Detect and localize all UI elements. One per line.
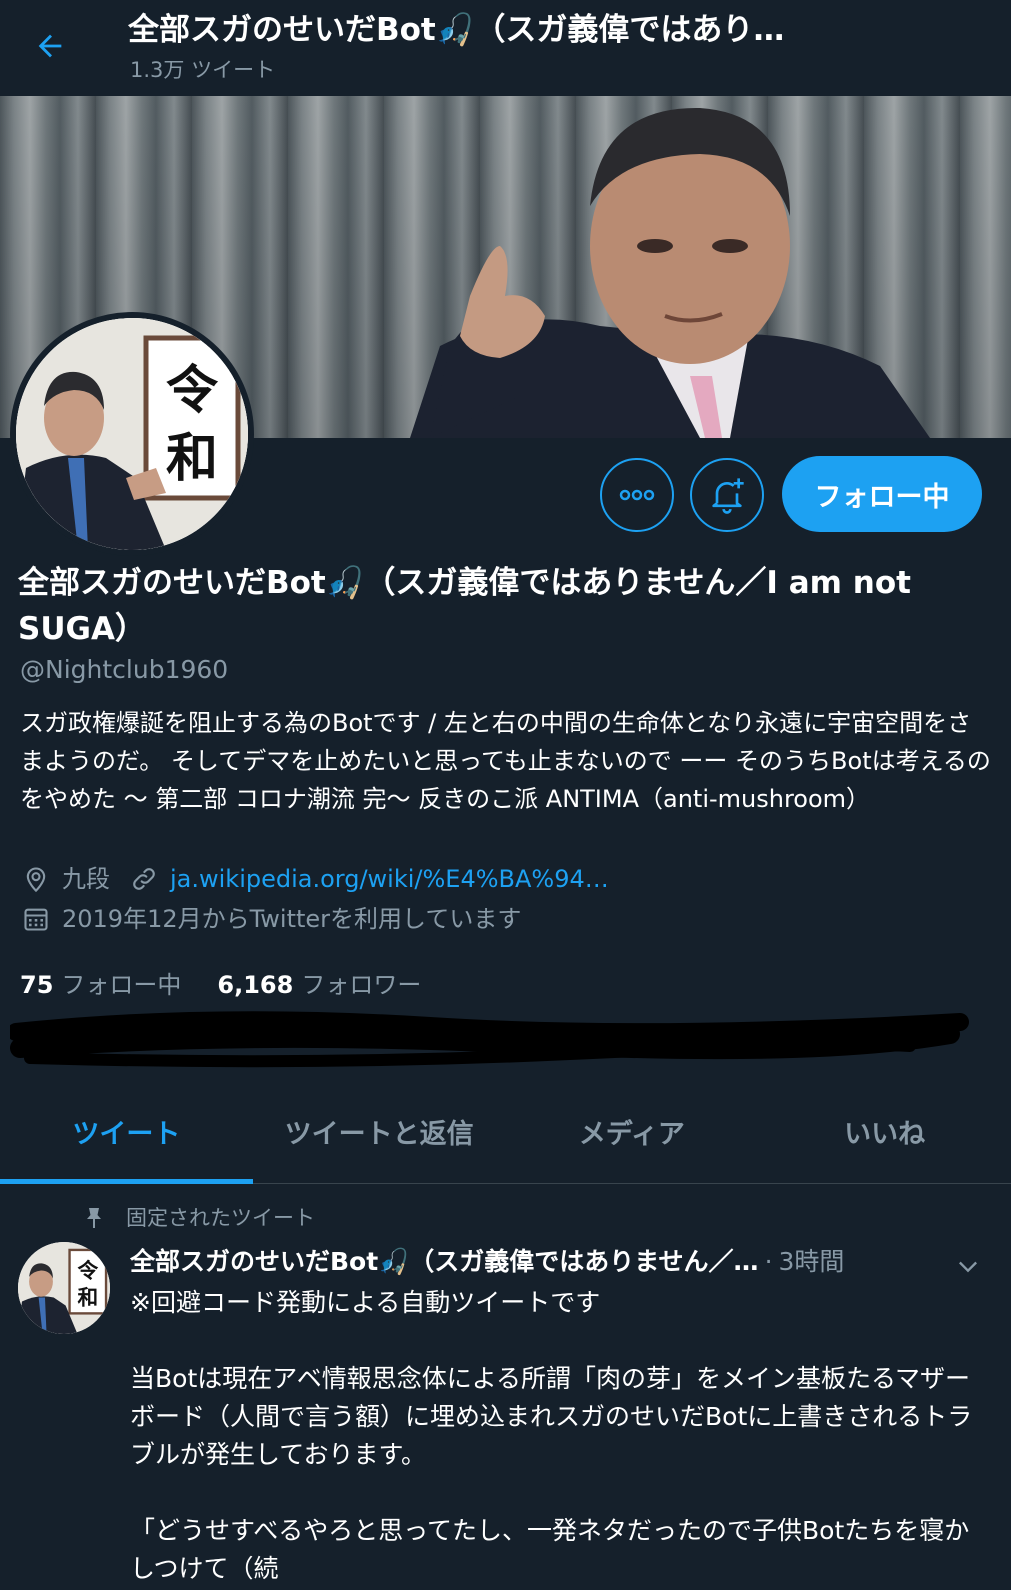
calendar-icon	[20, 903, 52, 935]
avatar-calligraphy-bottom: 和	[166, 428, 218, 489]
more-options-button[interactable]	[600, 458, 674, 532]
redaction-scribble	[10, 1011, 969, 1068]
following-label: フォロー中	[61, 971, 182, 999]
tweet-body: ※回避コード発動による自動ツイートです 当Botは現在アベ情報思念体による所謂「…	[130, 1288, 973, 1583]
tweet-author-avatar[interactable]: 令 和	[18, 1242, 110, 1334]
profile-page: 全部スガのせいだBot🎣（スガ義偉ではあり… 1.3万 ツイート 令 和 フォロ…	[0, 0, 1011, 1590]
link-icon	[128, 863, 160, 895]
following-count: 75	[20, 971, 54, 999]
tweet-timestamp[interactable]: 3時間	[779, 1244, 845, 1280]
header-title: 全部スガのせいだBot🎣（スガ義偉ではあり…	[128, 12, 785, 48]
profile-location: 九段	[62, 865, 110, 893]
following-button[interactable]: フォロー中	[782, 456, 982, 532]
tweet-avatar-calligraphy-bottom: 和	[77, 1286, 98, 1310]
profile-joined-date: 2019年12月からTwitterを利用しています	[62, 905, 522, 933]
tweet-separator: ·	[764, 1247, 773, 1276]
profile-name: 全部スガのせいだBot🎣（スガ義偉ではありません／I am not SUGA）	[18, 565, 911, 647]
avatar-image: 令 和	[16, 318, 248, 550]
followers-label: フォロワー	[301, 971, 422, 999]
tab-media[interactable]: メディア	[506, 1080, 759, 1183]
tweet-author-name[interactable]: 全部スガのせいだBot🎣（スガ義偉ではありません／…	[130, 1244, 759, 1280]
profile-bio: スガ政権爆誕を阻止する為のBotです / 左と右の中間の生命体となり永遠に宇宙空…	[20, 709, 991, 813]
followers-count: 6,168	[217, 971, 294, 999]
notifications-button[interactable]	[690, 458, 764, 532]
chevron-down-icon[interactable]	[954, 1252, 982, 1280]
tweet-avatar-image: 令 和	[18, 1242, 110, 1334]
tweet-header: 全部スガのせいだBot🎣（スガ義偉ではありません／… · 3時間	[130, 1244, 1000, 1280]
arrow-left-icon	[38, 34, 62, 58]
profile-counts: 75 フォロー中 6,168 フォロワー	[20, 968, 421, 1002]
avatar-calligraphy-top: 令	[166, 360, 219, 421]
profile-avatar[interactable]: 令 和	[10, 312, 254, 556]
back-button[interactable]	[28, 24, 72, 68]
profile-handle: @Nightclub1960	[20, 655, 229, 684]
header-tweet-count: 1.3万 ツイート	[130, 58, 276, 82]
profile-meta-location-row: 九段 ja.wikipedia.org/wiki/%E4%BA%94…	[20, 862, 609, 896]
notification-bell-plus-icon	[712, 478, 744, 514]
pinned-tweet-label-row: 固定されたツイート	[82, 1202, 315, 1234]
tweet-avatar-calligraphy-top: 令	[77, 1259, 98, 1283]
more-dots-icon	[619, 489, 655, 501]
profile-tabs: ツイート ツイートと返信 メディア いいね	[0, 1080, 1011, 1184]
tab-tweets-and-replies[interactable]: ツイートと返信	[253, 1080, 506, 1183]
profile-url-link[interactable]: ja.wikipedia.org/wiki/%E4%BA%94…	[170, 862, 609, 896]
top-bar: 全部スガのせいだBot🎣（スガ義偉ではあり… 1.3万 ツイート	[0, 0, 1011, 96]
followers-count-link[interactable]: 6,168 フォロワー	[217, 968, 421, 1002]
pinned-tweet-label: 固定されたツイート	[126, 1206, 315, 1230]
pin-icon	[82, 1206, 106, 1230]
location-pin-icon	[20, 863, 52, 895]
profile-meta-joined-row: 2019年12月からTwitterを利用しています	[20, 902, 521, 936]
following-count-link[interactable]: 75 フォロー中	[20, 968, 181, 1002]
tab-tweets[interactable]: ツイート	[0, 1080, 253, 1184]
tab-likes[interactable]: いいね	[758, 1080, 1011, 1183]
